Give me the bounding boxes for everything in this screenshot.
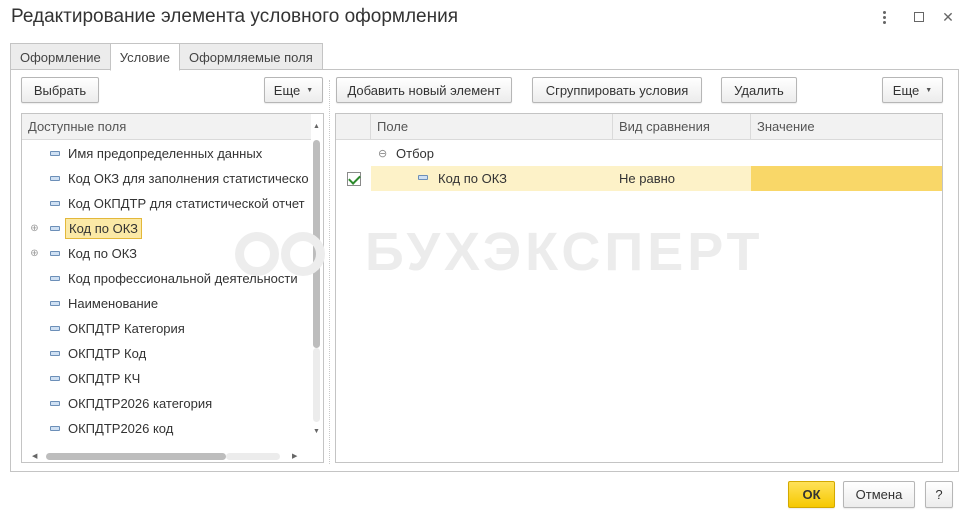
delete-button[interactable]: Удалить (721, 77, 797, 103)
vertical-scroll-thumb[interactable] (313, 140, 320, 348)
list-item-label: Код по ОКЗ (65, 218, 142, 239)
list-item-label: ОКПДТР КЧ (68, 371, 141, 386)
list-item[interactable]: ОКПДТР Категория (22, 316, 310, 341)
table-row[interactable]: Код по ОКЗ Не равно (336, 166, 942, 191)
more-actions-icon[interactable] (873, 6, 895, 28)
help-button[interactable]: ? (925, 481, 953, 508)
available-fields-header-label: Доступные поля (28, 119, 127, 134)
available-fields-panel[interactable]: Доступные поля Имя предопределенных данн… (21, 113, 324, 463)
horizontal-scroll-track[interactable] (226, 453, 280, 460)
list-item[interactable]: Код ОКПДТР для статистической отчет (22, 191, 310, 216)
group-conditions-button[interactable]: Сгруппировать условия (532, 77, 702, 103)
list-item-selected[interactable]: ⊕ Код по ОКЗ (22, 216, 310, 241)
left-more-button[interactable]: Еще ▼ (264, 77, 323, 103)
chevron-down-icon: ▼ (925, 86, 933, 94)
group-conditions-label: Сгруппировать условия (545, 82, 689, 98)
tab-appearance[interactable]: Оформление (10, 43, 111, 70)
list-item-label: ОКПДТР2026 код (68, 421, 174, 436)
list-item[interactable]: ⊕ Код по ОКЗ (22, 241, 310, 266)
header-check-col (336, 114, 371, 139)
ok-button[interactable]: ОК (788, 481, 835, 508)
list-item[interactable]: Наименование (22, 291, 310, 316)
expand-icon[interactable]: ⊕ (30, 249, 39, 259)
field-icon (50, 251, 60, 256)
header-value[interactable]: Значение (751, 114, 942, 139)
comparison-cell[interactable]: Не равно (613, 166, 751, 191)
right-more-label: Еще (892, 82, 920, 98)
scroll-left-icon[interactable]: ◀ (32, 452, 37, 460)
list-item[interactable]: ОКПДТР2026 категория (22, 391, 310, 416)
field-icon (50, 176, 60, 181)
add-element-label: Добавить новый элемент (347, 82, 501, 98)
list-item-label: Код по ОКЗ (68, 246, 137, 261)
horizontal-scrollbar[interactable]: ◀ ▶ (22, 448, 310, 462)
condition-group-row[interactable]: ⊖ Отбор (336, 141, 942, 166)
field-icon (50, 276, 60, 281)
add-element-button[interactable]: Добавить новый элемент (336, 77, 512, 103)
vertical-scroll-track[interactable] (313, 348, 320, 422)
cancel-button[interactable]: Отмена (843, 481, 915, 508)
group-label: Отбор (396, 146, 434, 161)
scroll-down-icon[interactable]: ▼ (313, 428, 320, 435)
field-icon (50, 376, 60, 381)
field-cell[interactable]: Код по ОКЗ (371, 166, 613, 191)
chevron-down-icon: ▼ (306, 86, 314, 94)
panel-splitter[interactable] (329, 80, 330, 464)
field-icon (418, 175, 428, 180)
list-item-label: ОКПДТР2026 категория (68, 396, 213, 411)
collapse-icon[interactable]: ⊖ (378, 141, 387, 166)
list-item[interactable]: Код профессиональной деятельности (22, 266, 310, 291)
field-icon (50, 201, 60, 206)
list-item-label: Имя предопределенных данных (68, 146, 263, 161)
left-more-label: Еще (273, 82, 301, 98)
header-comparison[interactable]: Вид сравнения (613, 114, 751, 139)
list-item[interactable]: Код ОКЗ для заполнения статистическо (22, 166, 310, 191)
ok-button-label: ОК (802, 487, 821, 502)
field-icon (50, 226, 60, 231)
cancel-button-label: Отмена (855, 487, 903, 502)
list-item-label: Код профессиональной деятельности (68, 271, 298, 286)
horizontal-scroll-thumb[interactable] (46, 453, 226, 460)
vertical-scrollbar[interactable]: ▲ ▼ (311, 114, 320, 462)
scroll-up-icon[interactable]: ▲ (313, 123, 320, 130)
value-cell[interactable] (751, 166, 942, 191)
header-field[interactable]: Поле (371, 114, 613, 139)
tab-bar: Оформление Условие Оформляемые поля (10, 43, 323, 71)
select-button[interactable]: Выбрать (21, 77, 99, 103)
maximize-icon[interactable] (908, 6, 930, 28)
list-item-label: ОКПДТР Категория (68, 321, 185, 336)
field-icon (50, 401, 60, 406)
conditions-header: Поле Вид сравнения Значение (336, 114, 942, 140)
list-item[interactable]: ОКПДТР Код (22, 341, 310, 366)
field-icon (50, 426, 60, 431)
list-item-label: ОКПДТР Код (68, 346, 147, 361)
select-button-label: Выбрать (33, 82, 87, 98)
list-item-label: Код ОКЗ для заполнения статистическо (68, 171, 309, 186)
delete-label: Удалить (734, 82, 784, 98)
window-title: Редактирование элемента условного оформл… (11, 6, 459, 27)
field-icon (50, 326, 60, 331)
field-cell-label: Код по ОКЗ (438, 171, 507, 186)
field-icon (50, 151, 60, 156)
expand-icon[interactable]: ⊕ (30, 224, 39, 234)
right-more-button[interactable]: Еще ▼ (882, 77, 943, 103)
checkbox-checked[interactable] (346, 171, 361, 186)
scroll-right-icon[interactable]: ▶ (292, 452, 297, 460)
list-item-label: Код ОКПДТР для статистической отчет (68, 196, 305, 211)
close-icon[interactable]: ✕ (937, 6, 959, 28)
field-icon (50, 301, 60, 306)
tab-formatted-fields[interactable]: Оформляемые поля (178, 43, 323, 70)
available-fields-header: Доступные поля (22, 114, 311, 140)
list-item[interactable]: Имя предопределенных данных (22, 141, 310, 166)
field-icon (50, 351, 60, 356)
list-item[interactable]: ОКПДТР КЧ (22, 366, 310, 391)
list-item-label: Наименование (68, 296, 159, 311)
tab-condition[interactable]: Условие (109, 43, 180, 71)
row-checkbox-cell[interactable] (336, 166, 371, 191)
list-item[interactable]: ОКПДТР2026 код (22, 416, 310, 441)
help-button-label: ? (935, 487, 943, 502)
conditions-grid[interactable]: Поле Вид сравнения Значение ⊖ Отбор Код … (335, 113, 943, 463)
